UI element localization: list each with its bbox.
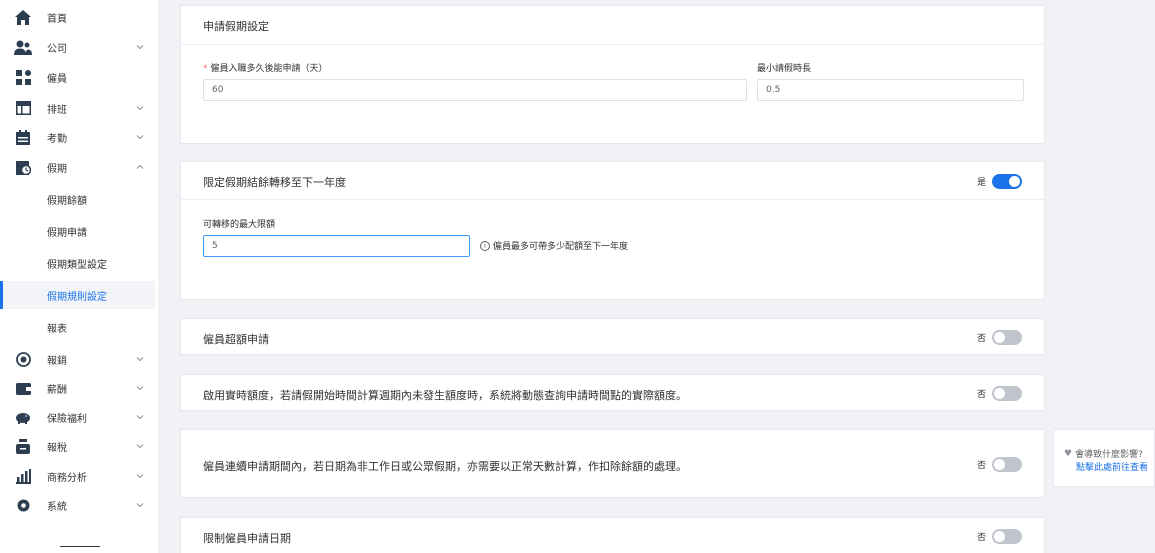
sidebar-item-system[interactable]: 系統 bbox=[0, 490, 155, 520]
limit-date-switch-group: 否 bbox=[977, 529, 1022, 544]
info-icon: i bbox=[480, 240, 490, 251]
help-tooltip: ♥ 會導致什麼影響? 點擊此處前往查看 bbox=[1053, 429, 1155, 487]
sidebar-footer-divider bbox=[60, 546, 100, 547]
sidebar-sub-leave-apply[interactable]: 假期申請 bbox=[0, 217, 155, 245]
sidebar-item-schedule[interactable]: 排班 bbox=[0, 93, 155, 123]
sidebar-sub-leave-balance[interactable]: 假期餘額 bbox=[0, 185, 155, 213]
sidebar-item-analytics[interactable]: 商務分析 bbox=[0, 461, 155, 491]
chevron-down-icon bbox=[136, 444, 144, 449]
chevron-down-icon bbox=[136, 386, 144, 391]
chevron-down-icon bbox=[136, 415, 144, 420]
chevron-down-icon bbox=[136, 474, 144, 479]
max-carry-input[interactable]: 5 bbox=[203, 235, 470, 257]
chevron-down-icon bbox=[136, 357, 144, 362]
calendar-icon bbox=[14, 128, 32, 146]
required-marker: * bbox=[203, 64, 208, 74]
sidebar-sub-leave-rules[interactable]: 假期規則設定 bbox=[0, 281, 155, 309]
card-title: 限制僱員申請日期 bbox=[203, 532, 291, 545]
card-title: 啟用實時額度，若請假開始時間計算週期內未發生額度時，系統將動態查詢申請時間點的實… bbox=[203, 389, 687, 402]
min-leave-duration-input[interactable]: 0.5 bbox=[757, 79, 1024, 101]
continuous-leave-switch-group: 否 bbox=[977, 457, 1022, 472]
realtime-quota-switch[interactable] bbox=[992, 386, 1022, 401]
sidebar-item-employee[interactable]: 僱員 bbox=[0, 62, 155, 92]
card-header: 申請假期設定 bbox=[181, 6, 1044, 45]
sidebar-item-leave[interactable]: 假期 bbox=[0, 152, 155, 182]
over-quota-card: 僱員超額申請 否 bbox=[180, 318, 1045, 355]
max-carry-label: 可轉移的最大限額 bbox=[203, 220, 276, 230]
piggy-bank-icon bbox=[14, 408, 32, 426]
wallet-icon bbox=[14, 379, 32, 397]
leave-icon bbox=[14, 158, 32, 176]
help-question: ♥ 會導致什麼影響? bbox=[1064, 448, 1143, 461]
money-bag-icon bbox=[14, 437, 32, 455]
continuous-leave-card: 僱員連續申請期間內，若日期為非工作日或公眾假期，亦需要以正常天數計算，作扣除餘額… bbox=[180, 429, 1045, 498]
sidebar-item-attendance[interactable]: 考勤 bbox=[0, 122, 155, 152]
switch-knob bbox=[994, 459, 1005, 470]
chevron-down-icon bbox=[136, 135, 144, 140]
help-link[interactable]: 點擊此處前往查看 bbox=[1076, 460, 1148, 473]
gear-icon bbox=[14, 496, 32, 514]
sidebar-item-company[interactable]: 公司 bbox=[0, 32, 155, 62]
sidebar-item-insurance[interactable]: 保險福利 bbox=[0, 402, 155, 432]
limit-date-card: 限制僱員申請日期 否 bbox=[180, 517, 1045, 553]
card-title: 僱員連續申請期間內，若日期為非工作日或公眾假期，亦需要以正常天數計算，作扣除餘額… bbox=[203, 460, 687, 473]
min-join-days-input[interactable]: 60 bbox=[203, 79, 747, 101]
chevron-down-icon bbox=[136, 106, 144, 111]
max-carry-hint: i 僱員最多可帶多少配額至下一年度 bbox=[480, 239, 628, 252]
home-icon bbox=[14, 8, 32, 26]
over-quota-switch[interactable] bbox=[992, 330, 1022, 345]
chevron-down-icon bbox=[136, 45, 144, 50]
switch-knob bbox=[1009, 176, 1020, 187]
bar-chart-icon bbox=[14, 467, 32, 485]
sidebar-sub-report[interactable]: 報表 bbox=[0, 313, 155, 341]
sidebar-sub-leave-type[interactable]: 假期類型設定 bbox=[0, 249, 155, 277]
switch-knob bbox=[994, 388, 1005, 399]
users-icon bbox=[14, 38, 32, 56]
chevron-up-icon bbox=[136, 164, 144, 169]
table-icon bbox=[14, 99, 32, 117]
sidebar: 首頁 公司 僱員 排班 考勤 假期 假期餘額 假期申請 假期類型設定 假期規則設… bbox=[0, 0, 158, 553]
sidebar-item-salary[interactable]: 薪酬 bbox=[0, 373, 155, 403]
min-join-days-label: * 僱員入職多久後能申請（天） bbox=[203, 64, 328, 74]
realtime-quota-switch-group: 否 bbox=[977, 386, 1022, 401]
card-title: 僱員超額申請 bbox=[203, 333, 269, 346]
heart-icon: ♥ bbox=[1064, 448, 1073, 459]
sidebar-item-home[interactable]: 首頁 bbox=[0, 2, 155, 32]
min-leave-duration-label: 最小請假時長 bbox=[757, 64, 812, 74]
carry-over-switch-group: 是 bbox=[977, 174, 1022, 189]
carry-over-card: 限定假期結餘轉移至下一年度 是 可轉移的最大限額 5 i 僱員最多可帶多少配額至下… bbox=[180, 161, 1045, 300]
limit-date-switch[interactable] bbox=[992, 529, 1022, 544]
switch-knob bbox=[994, 531, 1005, 542]
card-title: 限定假期結餘轉移至下一年度 bbox=[203, 176, 346, 189]
apply-settings-card: 申請假期設定 * 僱員入職多久後能申請（天） 60 最小請假時長 0.5 bbox=[180, 5, 1045, 144]
chevron-down-icon bbox=[136, 503, 144, 508]
over-quota-switch-group: 否 bbox=[977, 330, 1022, 345]
card-header: 限定假期結餘轉移至下一年度 是 bbox=[181, 162, 1044, 200]
sidebar-item-reimburse[interactable]: 報銷 bbox=[0, 344, 155, 374]
target-icon bbox=[14, 350, 32, 368]
carry-over-switch[interactable] bbox=[992, 174, 1022, 189]
realtime-quota-card: 啟用實時額度，若請假開始時間計算週期內未發生額度時，系統將動態查詢申請時間點的實… bbox=[180, 374, 1045, 411]
sidebar-item-tax[interactable]: 報稅 bbox=[0, 431, 155, 461]
card-title: 申請假期設定 bbox=[203, 20, 269, 33]
grid-icon bbox=[14, 68, 32, 86]
continuous-leave-switch[interactable] bbox=[992, 457, 1022, 472]
switch-knob bbox=[994, 332, 1005, 343]
